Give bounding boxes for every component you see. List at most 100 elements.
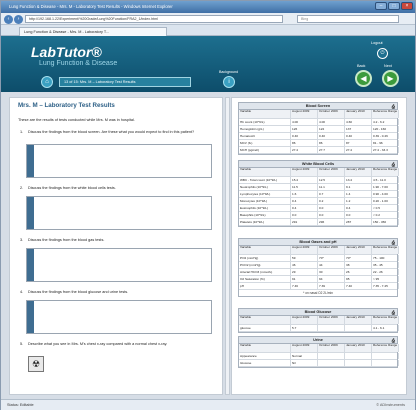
table-cell: 12.5 [318,177,345,183]
minimize-button[interactable]: – [375,2,387,10]
table-row: PO2 (mmHg) 59 70* 70* 75 - 100 [239,255,399,262]
print-icon[interactable]: ⎙ [392,337,395,344]
results-pane: Blood Screen ⎙ Variable August 2009 October … [231,97,407,395]
url-field[interactable]: http://192.168.1.22/Experiment/%20Grade/… [25,15,283,23]
question-text: Discuss the findings from the blood gluc… [28,290,129,294]
table-cell: 0.2 [318,198,345,204]
page-select[interactable]: 13 of 15: Mrs. M – Laboratory Test Resul… [59,77,191,87]
xray-icon[interactable]: ☢ [28,356,44,372]
table-cell: MCV (fL) [239,140,291,146]
table-cell: 26 [345,269,372,275]
table-cell [318,353,345,359]
table-row: MCH (pg/cell) 27.4 27.7 27.4 27.4 - 33.3 [239,147,399,154]
browser-back-icon[interactable]: ‹ [4,15,13,24]
column-header: January 2010 [345,168,372,176]
print-icon[interactable]: ⎙ [392,161,395,168]
table-title: Blood Gases and pH ⎙ [239,239,397,246]
labtutor-header: LabTutor® Lung Function & Disease ⌂ 13 o… [1,36,415,92]
column-header: August 2009 [291,246,318,254]
table-cell: 94 [318,276,345,282]
back-button[interactable]: ◀ [355,70,372,87]
table-cell: 0.90 - 4.00 [372,191,399,197]
search-field[interactable]: Bing [297,15,399,23]
table-cell: < 0.2 [372,212,399,218]
print-icon[interactable]: ⎙ [392,239,395,246]
answer-strip [27,301,34,333]
home-icon[interactable]: ⌂ [41,76,53,88]
column-header: January 2010 [345,316,372,324]
scrollbar[interactable] [225,97,230,395]
table-title-text: Blood Screen [305,104,331,108]
table-cell: 75 - 100 [372,255,399,261]
page-title: Mrs. M – Laboratory Test Results [18,102,115,109]
table-cell: 291 [291,219,318,225]
table-cell: 44 [318,262,345,268]
answer-box-3[interactable] [26,248,212,282]
table-cell [345,325,372,331]
table-cell: MCH (pg/cell) [239,147,291,153]
table-cell: 0.0 [291,212,318,218]
table-cell: 0.40 [318,133,345,139]
browser-window: Lung Function & Disease - Mrs. M - Labor… [0,0,416,410]
table-row: MCV (fL) 86 86 87 81 - 96 [239,140,399,147]
table-cell: 4.00 [318,119,345,125]
answer-box-2[interactable] [26,196,212,230]
window-controls: – □ × [375,2,413,10]
answer-strip [27,249,34,281]
table-cell: Basophils (10^9/L) [239,212,291,218]
question-1: 1. Discuss the findings from the blood sc… [20,130,208,135]
status-text: Status: Editable [7,403,34,407]
intro-text: These are the results of tests conducted… [18,118,135,122]
close-button[interactable]: × [401,2,413,10]
module-subtitle: Lung Function & Disease [39,60,118,67]
table-row: O2 Saturation (%) 91 94 95 > 95 [239,276,399,283]
status-bar: Status: Editable © ADInstruments [1,399,415,410]
column-header: October 2009 [318,110,345,118]
print-icon[interactable]: ⎙ [392,309,395,316]
column-header: January 2010 [345,110,372,118]
table-title: Urine ⎙ [239,337,397,344]
background-label: Background [219,70,239,74]
question-text: Discuss the findings from the blood scre… [28,130,195,134]
table-cell: PCO2 (mmHg) [239,262,291,268]
table-cell [318,325,345,331]
column-header: Variable [239,316,291,324]
table-header-row: Variable August 2009 October 2009 January 2… [239,246,399,255]
table-cell: 27.4 - 33.3 [372,147,399,153]
question-number: 1. [20,130,24,134]
table-cell: Appearance [239,353,291,359]
browser-forward-icon[interactable]: › [14,15,23,24]
table-cell: 35 - 45 [372,262,399,268]
table-cell: 13.4 [345,177,372,183]
table-row: Arterial HCO3 (mmol/L) 29 30 26 22 - 26 [239,269,399,276]
next-button[interactable]: ▶ [382,70,399,87]
answer-strip [27,197,34,229]
question-number: 3. [20,238,24,242]
table-cell: 87 [345,140,372,146]
table-cell: 1.6 [291,191,318,197]
logout-icon[interactable]: ⏻ [377,48,388,59]
blood-glucose-table: Blood Glucose ⎙ Variable August 2009 October… [238,308,399,333]
background-info-icon[interactable]: i [223,76,235,88]
table-row: Glucose Nil [239,360,399,367]
table-cell: 38 [345,262,372,268]
column-header: October 2009 [318,316,345,324]
column-header: Variable [239,246,291,254]
print-icon[interactable]: ⎙ [392,103,395,110]
table-cell: 46 [291,262,318,268]
white-blood-cells-table: White Blood Cells ⎙ Variable August 2009 Oct… [238,160,399,227]
maximize-button[interactable]: □ [388,2,400,10]
table-row: Hemoglobin (g/L) 126 122 137 120 - 160 [239,126,399,133]
table-cell: 0.0 [318,205,345,211]
window-title: Lung Function & Disease - Mrs. M - Labor… [9,4,173,9]
table-cell: 0.39 - 0.46 [372,133,399,139]
browser-tab[interactable]: Lung Function & Disease - Mrs. M - Labor… [19,27,167,36]
question-2: 2. Discuss the findings from the white bl… [20,186,208,191]
table-row: glucose 5.7 4.1 - 6.1 [239,325,399,332]
answer-box-1[interactable] [26,144,212,178]
table-row: Platelets (10^9/L) 291 296 287 150 - 450 [239,219,399,226]
column-header: August 2009 [291,168,318,176]
answer-box-4[interactable] [26,300,212,334]
column-header: October 2009 [318,246,345,254]
table-cell: Neutrophils (10^9/L) [239,184,291,190]
